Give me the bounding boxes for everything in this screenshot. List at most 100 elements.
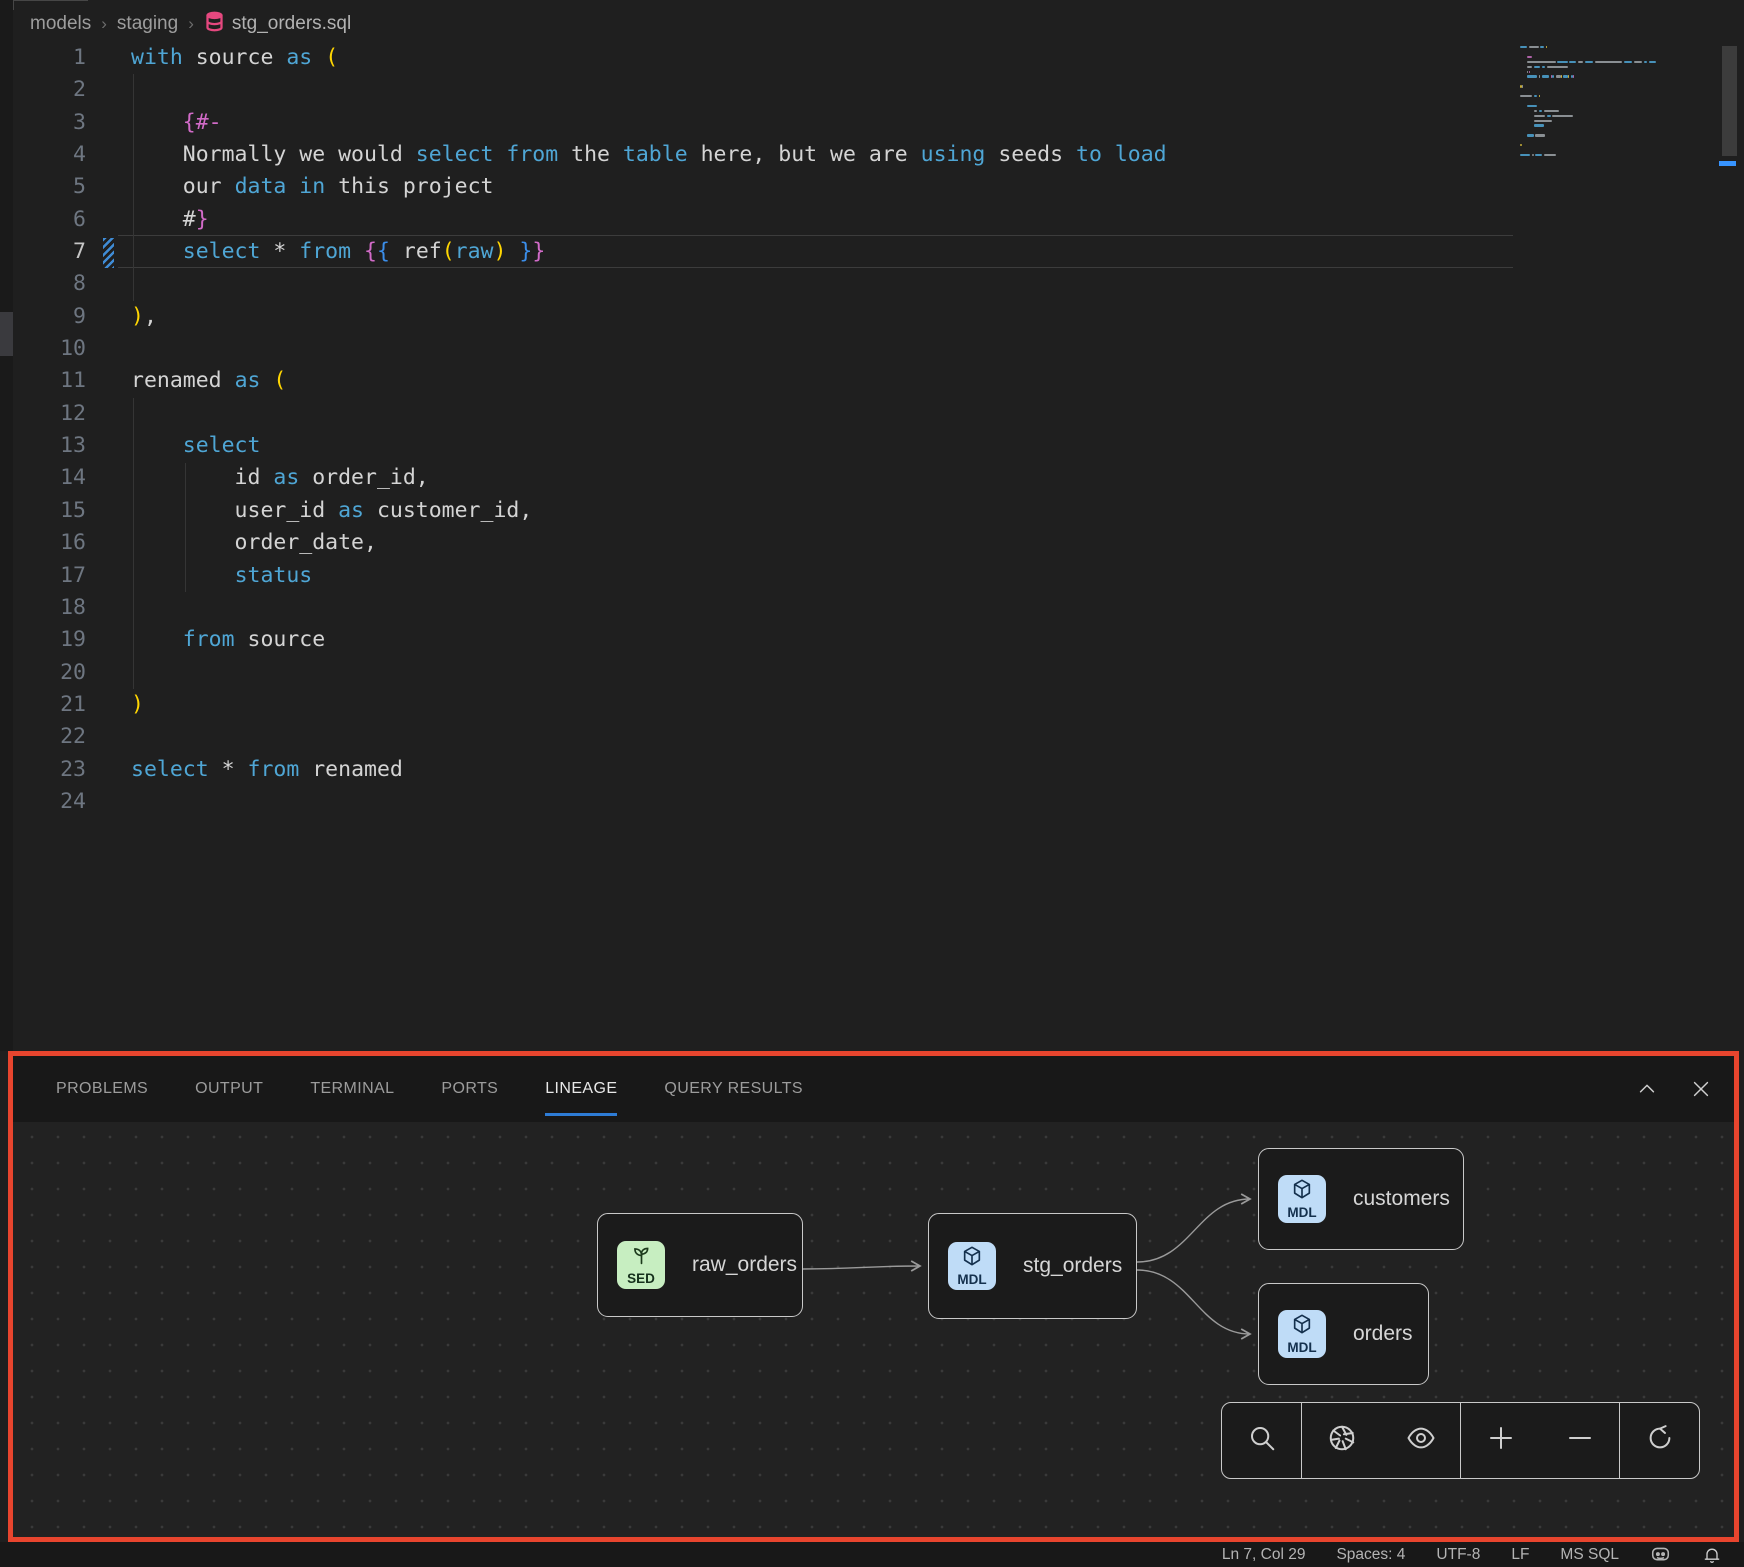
line-number: 17 — [13, 560, 86, 592]
tab-output[interactable]: OUTPUT — [195, 1056, 263, 1122]
gutter-marker-zone — [86, 721, 131, 753]
lineage-node-stg_orders[interactable]: MDLstg_orders — [928, 1213, 1137, 1319]
code-line-text: ), — [131, 301, 157, 333]
code-line-text: our data in this project — [131, 171, 493, 203]
chevron-up-icon[interactable] — [1636, 1078, 1658, 1100]
gutter-marker-zone — [86, 689, 131, 721]
lineage-node-orders[interactable]: MDLorders — [1258, 1283, 1429, 1385]
eye-button[interactable] — [1381, 1403, 1460, 1478]
minimap-bar — [1585, 61, 1594, 63]
minimap-bar — [1557, 61, 1567, 63]
minimap-bar — [1573, 75, 1575, 77]
code-line-text: select — [131, 430, 260, 462]
status-item-utf-8[interactable]: UTF-8 — [1436, 1546, 1480, 1564]
gutter-marker-zone — [86, 657, 131, 689]
code-line: 20 — [13, 657, 1513, 689]
code-line: 19 from source — [13, 624, 1513, 656]
refresh-button[interactable] — [1619, 1403, 1699, 1478]
breadcrumb-file[interactable]: stg_orders.sql — [204, 11, 351, 38]
code-line-text: from source — [131, 624, 325, 656]
current-line-highlight — [118, 235, 1513, 268]
line-number: 18 — [13, 592, 86, 624]
status-item-ms-sql[interactable]: MS SQL — [1560, 1546, 1619, 1564]
lineage-canvas[interactable]: SEDraw_ordersMDLstg_ordersMDLcustomersMD… — [13, 1122, 1734, 1537]
minimap-bar — [1547, 66, 1567, 68]
minimap-bar — [1568, 75, 1570, 77]
gutter-marker-zone — [86, 333, 131, 365]
code-line-text: ) — [131, 689, 144, 721]
lineage-node-raw_orders[interactable]: SEDraw_orders — [597, 1213, 803, 1317]
line-number: 23 — [13, 754, 86, 786]
bell-icon[interactable] — [1702, 1545, 1722, 1565]
minimap[interactable] — [1516, 40, 1744, 180]
code-editor[interactable]: 1with source as (23 {#-4 Normally we wou… — [13, 42, 1513, 818]
tab-terminal[interactable]: TERMINAL — [310, 1056, 394, 1122]
breadcrumb-separator: › — [188, 14, 194, 34]
cube-icon — [1291, 1178, 1313, 1205]
indent-guide — [133, 398, 134, 689]
seedling-icon — [631, 1245, 652, 1271]
breadcrumb-item-staging[interactable]: staging — [117, 13, 178, 35]
code-line-text: #} — [131, 204, 209, 236]
modified-line-indicator — [103, 238, 114, 268]
aperture-button[interactable] — [1301, 1403, 1381, 1478]
code-line: 8 — [13, 268, 1513, 300]
strip-handle[interactable] — [0, 312, 13, 356]
minimap-bar — [1534, 115, 1546, 117]
tab-query-results[interactable]: QUERY RESULTS — [664, 1056, 803, 1122]
code-line-text: select * from renamed — [131, 754, 403, 786]
search-button[interactable] — [1222, 1403, 1301, 1478]
code-line: 15 user_id as customer_id, — [13, 495, 1513, 527]
status-item-ln-7-col-29[interactable]: Ln 7, Col 29 — [1222, 1546, 1306, 1564]
tab-ports[interactable]: PORTS — [441, 1056, 498, 1122]
minimap-bar — [1578, 61, 1583, 63]
tab-lineage[interactable]: LINEAGE — [545, 1056, 617, 1122]
line-number: 21 — [13, 689, 86, 721]
code-line: 9), — [13, 301, 1513, 333]
minimap-bar — [1534, 95, 1537, 97]
line-number: 14 — [13, 462, 86, 494]
minimap-bar — [1532, 154, 1534, 156]
code-line-text: id as order_id, — [131, 462, 429, 494]
badge-text: MDL — [1287, 1341, 1316, 1355]
code-line: 1with source as ( — [13, 42, 1513, 74]
minimap-bar — [1527, 75, 1537, 77]
node-label: customers — [1353, 1187, 1450, 1211]
minimap-bar — [1520, 95, 1532, 97]
gutter-marker-zone — [86, 268, 131, 300]
lineage-node-customers[interactable]: MDLcustomers — [1258, 1148, 1464, 1250]
gutter-marker-zone — [86, 430, 131, 462]
close-icon[interactable] — [1690, 1078, 1712, 1100]
gutter-marker-zone — [86, 365, 131, 397]
breadcrumb-item-models[interactable]: models — [30, 13, 91, 35]
gutter-marker-zone — [86, 560, 131, 592]
cube-badge: MDL — [948, 1242, 996, 1290]
minimap-bar — [1534, 120, 1553, 122]
copilot-icon[interactable] — [1650, 1545, 1671, 1564]
line-number: 13 — [13, 430, 86, 462]
status-item-spaces-4[interactable]: Spaces: 4 — [1336, 1546, 1405, 1564]
minimap-slider[interactable] — [1722, 46, 1737, 156]
line-number: 5 — [13, 171, 86, 203]
zoom-in-button[interactable] — [1460, 1403, 1540, 1478]
panel-tab-bar: PROBLEMS OUTPUT TERMINAL PORTS LINEAGE QUERY … — [13, 1056, 1734, 1122]
seedling-badge: SED — [617, 1241, 665, 1289]
code-line: 6 #} — [13, 204, 1513, 236]
tab-problems[interactable]: PROBLEMS — [56, 1056, 148, 1122]
minimap-bar — [1542, 75, 1549, 77]
minimap-bar — [1534, 110, 1537, 112]
gutter-marker-zone — [86, 107, 131, 139]
minimap-bar — [1529, 46, 1539, 48]
minimap-bar — [1534, 124, 1544, 126]
zoom-out-button[interactable] — [1540, 1403, 1619, 1478]
gutter-marker-zone — [86, 754, 131, 786]
status-item-lf[interactable]: LF — [1511, 1546, 1529, 1564]
gutter-marker-zone — [86, 462, 131, 494]
line-number: 3 — [13, 107, 86, 139]
minimap-bar — [1595, 61, 1622, 63]
status-bar: Ln 7, Col 29 Spaces: 4 UTF-8 LF MS SQL — [0, 1542, 1744, 1567]
minimap-bar — [1546, 46, 1548, 48]
code-line-text: Normally we would select from the table … — [131, 139, 1167, 171]
editor-tab-corner — [13, 0, 88, 10]
gutter-marker-zone — [86, 301, 131, 333]
